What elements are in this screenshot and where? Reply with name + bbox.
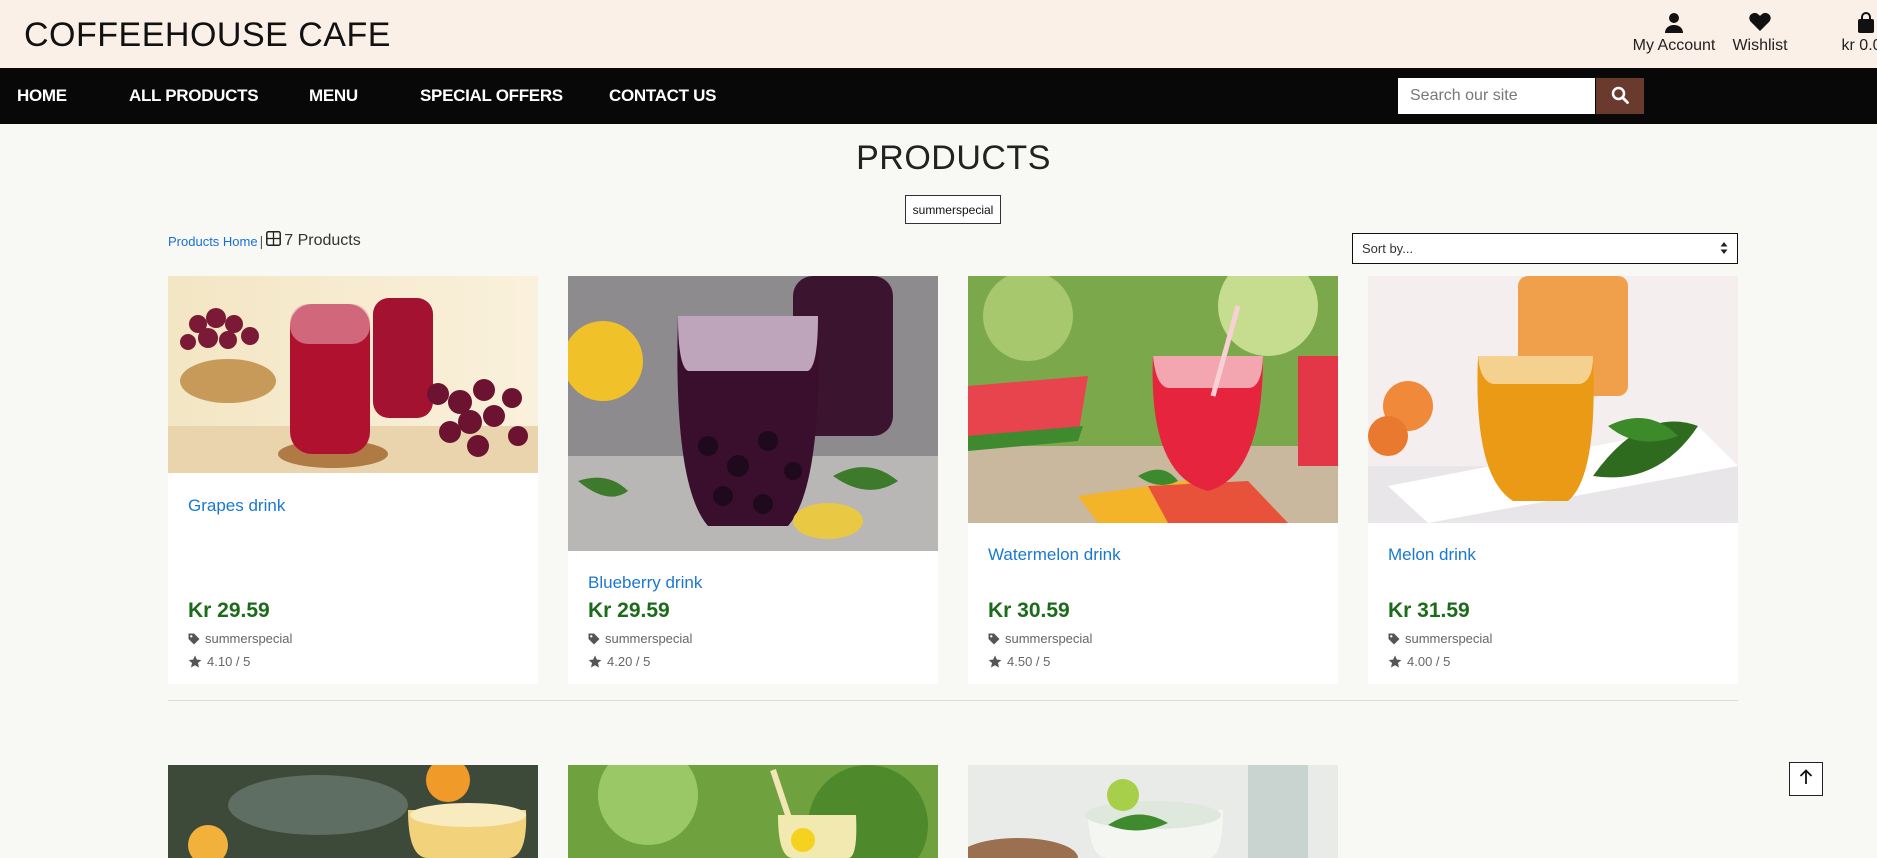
nav-all-products[interactable]: ALL PRODUCTS bbox=[129, 86, 259, 106]
product-card[interactable] bbox=[568, 765, 938, 858]
product-name[interactable]: Melon drink bbox=[1388, 545, 1476, 565]
product-rating-value: 4.20 / 5 bbox=[607, 654, 651, 669]
star-icon bbox=[188, 655, 202, 668]
nav-menu[interactable]: MENU bbox=[309, 86, 358, 106]
product-image-watermelon[interactable] bbox=[968, 276, 1338, 523]
product-image-blueberry[interactable] bbox=[568, 276, 938, 551]
nav-special-offers[interactable]: SPECIAL OFFERS bbox=[420, 86, 563, 106]
shopping-bag-icon bbox=[1826, 12, 1877, 36]
sort-arrows-icon bbox=[1720, 241, 1728, 258]
product-image-grapes[interactable] bbox=[168, 276, 538, 473]
sort-select-value: Sort by... bbox=[1362, 241, 1414, 256]
product-image-mojito[interactable] bbox=[968, 765, 1338, 858]
product-image-melon[interactable] bbox=[1368, 276, 1738, 523]
brand-logo[interactable]: COFFEEHOUSE CAFE bbox=[24, 16, 391, 55]
nav-home[interactable]: HOME bbox=[17, 86, 67, 106]
product-card[interactable] bbox=[168, 765, 538, 858]
product-card[interactable] bbox=[968, 765, 1338, 858]
product-card[interactable]: Watermelon drink Kr 30.59 summerspecial … bbox=[968, 276, 1338, 684]
tag-icon bbox=[1388, 633, 1400, 644]
product-tag[interactable]: summerspecial bbox=[1388, 631, 1492, 646]
product-count: 7 Products bbox=[284, 232, 361, 249]
product-rating-value: 4.00 / 5 bbox=[1407, 654, 1451, 669]
product-rating: 4.50 / 5 bbox=[988, 654, 1050, 669]
arrow-up-icon bbox=[1799, 768, 1813, 790]
my-account-label: My Account bbox=[1632, 37, 1716, 54]
product-tag-label: summerspecial bbox=[1405, 631, 1493, 646]
product-rating-value: 4.10 / 5 bbox=[207, 654, 251, 669]
product-name[interactable]: Grapes drink bbox=[188, 496, 285, 516]
search-input[interactable] bbox=[1398, 78, 1595, 114]
breadcrumb-separator: | bbox=[259, 233, 264, 249]
product-tag-label: summerspecial bbox=[205, 631, 293, 646]
product-rating: 4.20 / 5 bbox=[588, 654, 650, 669]
product-image-orange[interactable] bbox=[168, 765, 538, 858]
active-tag-filter[interactable]: summerspecial bbox=[905, 195, 1001, 224]
product-name[interactable]: Blueberry drink bbox=[588, 573, 702, 593]
product-tag[interactable]: summerspecial bbox=[588, 631, 692, 646]
product-name[interactable]: Watermelon drink bbox=[988, 545, 1121, 565]
sort-select[interactable]: Sort by... bbox=[1352, 233, 1738, 264]
product-image-lemonade[interactable] bbox=[568, 765, 938, 858]
product-rating-value: 4.50 / 5 bbox=[1007, 654, 1051, 669]
product-tag[interactable]: summerspecial bbox=[988, 631, 1092, 646]
product-card[interactable]: Melon drink Kr 31.59 summerspecial 4.00 … bbox=[1368, 276, 1738, 684]
page-title: PRODUCTS bbox=[856, 139, 1051, 177]
star-icon bbox=[988, 655, 1002, 668]
search-button[interactable] bbox=[1596, 78, 1644, 114]
product-tag-label: summerspecial bbox=[1005, 631, 1093, 646]
grid-icon bbox=[266, 231, 282, 251]
product-tag-label: summerspecial bbox=[605, 631, 693, 646]
wishlist-link[interactable]: Wishlist bbox=[1720, 12, 1800, 55]
product-rating: 4.10 / 5 bbox=[188, 654, 250, 669]
cart-link[interactable]: kr 0.00 bbox=[1826, 12, 1877, 55]
back-to-top-button[interactable] bbox=[1789, 762, 1823, 796]
cart-total: kr 0.00 bbox=[1841, 37, 1877, 54]
product-price: Kr 29.59 bbox=[588, 599, 670, 622]
product-price: Kr 29.59 bbox=[188, 599, 270, 622]
wishlist-label: Wishlist bbox=[1732, 37, 1788, 54]
product-card[interactable]: Blueberry drink Kr 29.59 summerspecial 4… bbox=[568, 276, 938, 684]
tag-icon bbox=[188, 633, 200, 644]
row-divider bbox=[168, 700, 1738, 701]
tag-icon bbox=[588, 633, 600, 644]
product-tag[interactable]: summerspecial bbox=[188, 631, 292, 646]
product-price: Kr 31.59 bbox=[1388, 599, 1470, 622]
star-icon bbox=[588, 655, 602, 668]
star-icon bbox=[1388, 655, 1402, 668]
search-icon bbox=[1611, 86, 1629, 107]
products-home-link[interactable]: Products Home bbox=[168, 234, 258, 249]
product-price: Kr 30.59 bbox=[988, 599, 1070, 622]
breadcrumb: Products Home | 7 Products bbox=[168, 231, 361, 251]
tag-icon bbox=[988, 633, 1000, 644]
heart-icon bbox=[1720, 12, 1800, 36]
product-rating: 4.00 / 5 bbox=[1388, 654, 1450, 669]
product-card[interactable]: Grapes drink Kr 29.59 summerspecial 4.10… bbox=[168, 276, 538, 684]
main-nav: HOME ALL PRODUCTS MENU SPECIAL OFFERS CO… bbox=[0, 68, 1877, 124]
top-bar: COFFEEHOUSE CAFE My Account Wishlist kr … bbox=[0, 0, 1877, 68]
nav-contact-us[interactable]: CONTACT US bbox=[609, 86, 716, 106]
